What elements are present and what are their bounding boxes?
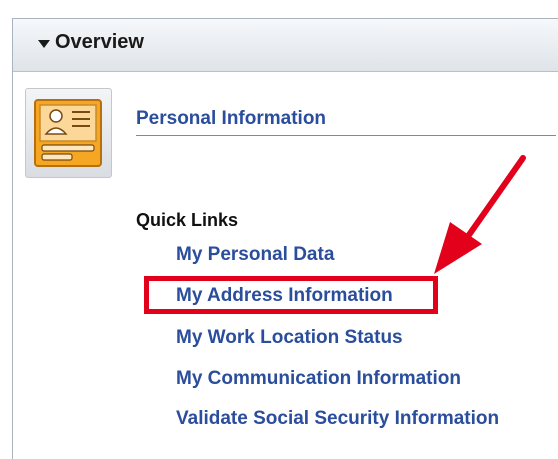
- link-my-communication-information[interactable]: My Communication Information: [176, 368, 461, 390]
- panel-title[interactable]: Overview: [55, 31, 144, 54]
- triangle-down-icon[interactable]: [38, 40, 50, 48]
- link-my-personal-data[interactable]: My Personal Data: [176, 244, 334, 266]
- red-arrow-annotation: [434, 155, 526, 274]
- link-validate-social-security-information[interactable]: Validate Social Security Information: [176, 408, 499, 430]
- quick-links-label: Quick Links: [136, 210, 239, 230]
- section-divider: [136, 135, 556, 136]
- personal-information-link[interactable]: Personal Information: [136, 108, 326, 130]
- personal-info-card-icon: [25, 88, 112, 178]
- overview-panel-header[interactable]: Overview: [13, 19, 558, 72]
- link-my-work-location-status[interactable]: My Work Location Status: [176, 327, 403, 349]
- highlight-box: [144, 276, 438, 314]
